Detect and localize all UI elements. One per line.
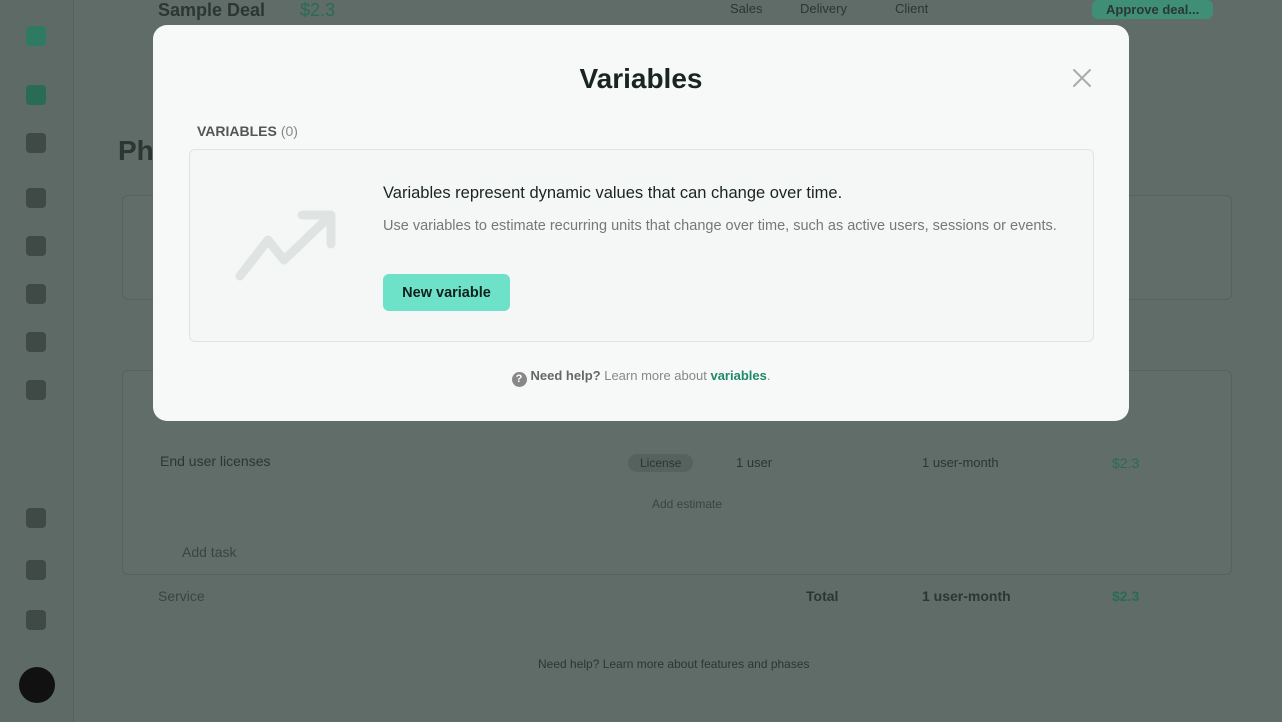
section-label: VARIABLES xyxy=(197,123,277,139)
total-unit: 1 user-month xyxy=(922,588,1011,604)
help-end: . xyxy=(766,368,771,383)
variables-count: (0) xyxy=(280,123,298,139)
sidebar xyxy=(0,0,74,722)
empty-state-card: Variables represent dynamic values that … xyxy=(189,149,1094,342)
question-icon: ? xyxy=(511,372,527,387)
nav-icon[interactable] xyxy=(26,332,46,352)
help-text: Learn more about xyxy=(604,368,707,383)
logo-icon xyxy=(26,26,46,46)
add-service[interactable]: Service xyxy=(158,588,205,604)
dashboard-icon[interactable] xyxy=(26,85,46,105)
help-bold: Need help? xyxy=(530,368,601,383)
approve-button[interactable]: Approve deal... xyxy=(1092,0,1214,19)
empty-state-description: Use variables to estimate recurring unit… xyxy=(383,218,1057,234)
nav-icon[interactable] xyxy=(26,133,46,153)
total-price: $2.3 xyxy=(1112,588,1140,604)
section-header: VARIABLES (0) xyxy=(197,123,298,139)
settings-icon[interactable] xyxy=(26,380,46,400)
tab-client[interactable]: Client xyxy=(895,1,928,16)
background-help: Need help? Learn more about features and… xyxy=(538,657,810,671)
add-icon[interactable] xyxy=(26,560,46,580)
phase-title: Ph xyxy=(118,135,154,166)
task-name: End user licenses xyxy=(160,453,271,469)
deal-price: $2.3 xyxy=(300,0,336,20)
nav-icon[interactable] xyxy=(26,284,46,304)
nav-icon[interactable] xyxy=(26,236,46,256)
docs-icon[interactable] xyxy=(26,508,46,528)
license-tag: License xyxy=(628,454,694,472)
new-variable-button[interactable]: New variable xyxy=(383,274,510,311)
add-estimate[interactable]: Add estimate xyxy=(652,497,722,511)
quantity[interactable]: 1 user xyxy=(736,455,772,470)
deal-title: Sample Deal xyxy=(158,0,266,20)
help-icon[interactable] xyxy=(26,610,46,630)
unit: 1 user-month xyxy=(922,455,999,470)
modal-title: Variables xyxy=(579,63,703,94)
help-footer: ? Need help? Learn more about variables. xyxy=(153,368,1129,387)
add-task[interactable]: Add task xyxy=(182,544,236,560)
empty-state-heading: Variables represent dynamic values that … xyxy=(383,184,843,202)
price: $2.3 xyxy=(1112,455,1140,471)
total-label: Total xyxy=(806,588,839,604)
variables-modal: Variables VARIABLES (0) Variables represe… xyxy=(153,25,1129,421)
tab-sales[interactable]: Sales xyxy=(730,1,763,16)
avatar[interactable] xyxy=(19,667,55,703)
trending-up-icon xyxy=(235,210,336,281)
nav-icon[interactable] xyxy=(26,188,46,208)
close-icon[interactable] xyxy=(1071,67,1093,89)
variables-link[interactable]: variables xyxy=(710,368,766,383)
tab-delivery[interactable]: Delivery xyxy=(800,1,847,16)
